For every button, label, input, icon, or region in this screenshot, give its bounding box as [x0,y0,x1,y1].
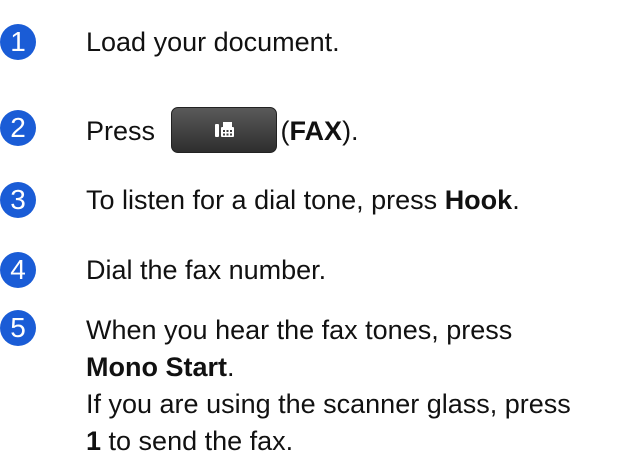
step-text-post: ). [342,116,359,147]
step-line-2: Mono Start. [86,349,571,386]
step-number-badge: 5 [0,310,36,346]
step-text-pre: Press [86,116,156,147]
fax-key [170,107,277,153]
step-text: To listen for a dial tone, press Hook. [86,182,520,219]
step-text: Load your document. [86,27,340,57]
step-text: Dial the fax number. [86,255,327,285]
fax-icon [214,122,234,137]
step-number-badge: 4 [0,252,36,288]
step-text-bold: FAX [289,116,343,147]
step-number-badge: 3 [0,182,36,218]
step-text-pre: To listen for a dial tone, press [86,185,445,215]
step-text-bold: Hook [444,185,513,215]
step-text-post: . [512,185,520,215]
step-text-post: to send the fax. [101,426,294,456]
step-text-bold: Mono Start [86,352,227,382]
step-text: Press (FAX). [86,107,359,156]
step-text-bold: 1 [86,426,102,456]
step-line-3: If you are using the scanner glass, pres… [86,389,571,419]
step-text-open-paren: ( [280,116,290,147]
step-number-badge: 1 [0,24,36,60]
step-number-badge: 2 [0,110,36,146]
step-text: When you hear the fax tones, press Mono … [86,312,571,460]
step-line-1: When you hear the fax tones, press [86,315,513,345]
step-line-4: 1 to send the fax. [86,423,571,460]
step-text-post: . [227,352,235,382]
